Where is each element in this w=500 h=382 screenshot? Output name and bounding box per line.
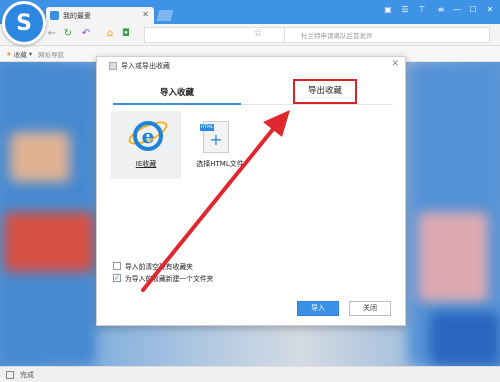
- status-text: 完成: [20, 370, 34, 379]
- tab-close-icon[interactable]: ✕: [142, 10, 149, 19]
- bookmark-star-icon: ★: [6, 49, 12, 58]
- menu-icon[interactable]: ☰: [400, 5, 410, 15]
- ie-logo-icon: e: [133, 121, 163, 151]
- dialog-close-icon[interactable]: ✕: [391, 59, 399, 69]
- sidebar-icon[interactable]: ▣: [383, 5, 393, 15]
- new-folder-label: 为导入的收藏新建一个文件夹: [125, 275, 214, 283]
- new-folder-checkbox[interactable]: ✓: [113, 274, 121, 282]
- active-tab-indicator: [113, 103, 241, 105]
- clear-label: 导入前清空现有收藏夹: [125, 263, 193, 271]
- option-new-folder[interactable]: ✓ 为导入的收藏新建一个文件夹: [113, 273, 213, 283]
- close-button[interactable]: 关闭: [349, 301, 391, 316]
- bookmark-item-nav[interactable]: 网址导航: [38, 49, 64, 59]
- option-clear-before-import[interactable]: 导入前清空现有收藏夹: [113, 261, 193, 271]
- refresh-icon[interactable]: ↻: [62, 28, 74, 40]
- star-icon[interactable]: ☆: [252, 28, 264, 40]
- back-icon[interactable]: ←: [46, 28, 58, 40]
- bookmark-dropdown-icon[interactable]: ▾: [29, 50, 32, 58]
- skin-icon[interactable]: ⊤: [417, 5, 427, 15]
- import-button[interactable]: 导入: [297, 301, 339, 316]
- maximize-icon[interactable]: ☐: [468, 5, 478, 15]
- source-ie-favorites[interactable]: e IE收藏: [111, 111, 181, 179]
- favorite-page-icon: [50, 11, 59, 20]
- minimize-icon[interactable]: —: [452, 5, 462, 15]
- shield-icon[interactable]: ◘: [120, 28, 132, 40]
- title-bar: 我的最爱 ✕ ▣ ☰ ⊤ ≡ — ☐ ✕: [0, 0, 500, 24]
- tab-divider: [241, 104, 393, 105]
- ie-source-label[interactable]: IE收藏: [111, 159, 181, 169]
- home-icon[interactable]: ⌂: [104, 28, 116, 40]
- tab-export-favorites[interactable]: 导出收藏: [293, 79, 357, 104]
- dialog-title: 导入或导出收藏: [109, 61, 170, 71]
- browser-logo: S: [2, 1, 46, 45]
- plus-icon: +: [209, 130, 223, 149]
- tab-my-favorites[interactable]: 我的最爱 ✕: [46, 7, 154, 24]
- html-file-icon: HTML +: [200, 121, 229, 153]
- navigation-toolbar: ← ↻ ↶ ⌂ ◘ ☆ 杜兰特申请离队后首发声: [0, 24, 500, 46]
- bookmarks-menu[interactable]: 收藏: [14, 49, 27, 59]
- search-box[interactable]: 杜兰特申请离队后首发声: [284, 27, 490, 43]
- status-icon: [6, 370, 14, 379]
- settings-icon[interactable]: ≡: [436, 5, 446, 15]
- dialog-title-text: 导入或导出收藏: [121, 62, 170, 70]
- status-bar: 完成: [0, 366, 500, 382]
- close-window-icon[interactable]: ✕: [485, 5, 495, 15]
- html-source-label[interactable]: 选择HTML文件: [185, 159, 255, 169]
- clear-checkbox[interactable]: [113, 262, 121, 270]
- import-export-dialog: 导入或导出收藏 ✕ 导入收藏 导出收藏 e IE收藏 HTML + 选择HTML…: [96, 56, 406, 326]
- dialog-icon: [109, 62, 117, 70]
- tab-title: 我的最爱: [63, 11, 91, 20]
- undo-icon[interactable]: ↶: [80, 28, 92, 40]
- search-hint: 杜兰特申请离队后首发声: [301, 32, 373, 40]
- new-tab-button[interactable]: [156, 10, 174, 21]
- source-html-file[interactable]: HTML + 选择HTML文件: [189, 111, 251, 179]
- tab-import-favorites[interactable]: 导入收藏: [113, 83, 241, 103]
